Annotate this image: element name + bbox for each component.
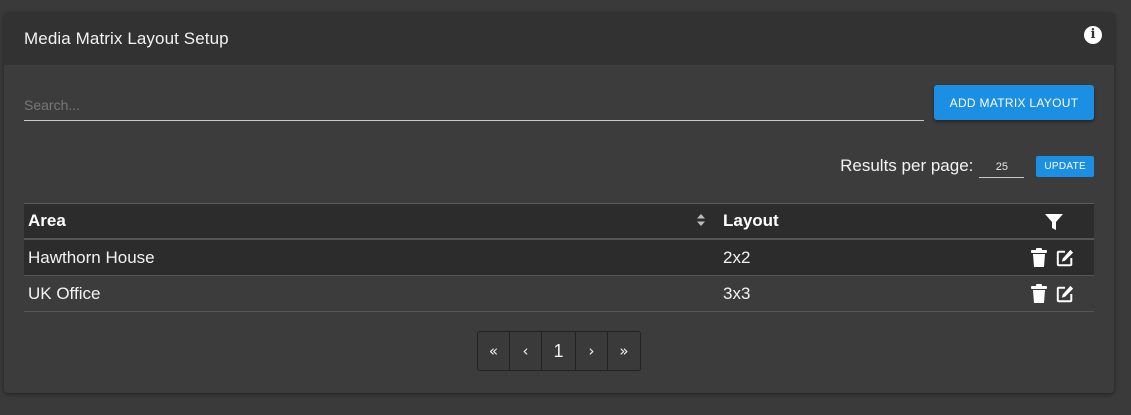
column-header-layout[interactable]: Layout: [723, 211, 779, 231]
previous-page-button[interactable]: ‹: [510, 332, 542, 370]
page-number-button[interactable]: 1: [542, 332, 576, 370]
layout-setup-panel: Media Matrix Layout Setup i ADD MATRIX L…: [4, 13, 1114, 393]
row-actions: [1030, 248, 1074, 268]
layout-cell: 2x2: [723, 247, 751, 267]
column-header-area[interactable]: Area: [28, 211, 66, 231]
row-actions: [1030, 284, 1074, 304]
edit-icon[interactable]: [1056, 248, 1074, 268]
trash-icon[interactable]: [1030, 284, 1048, 304]
sort-icon[interactable]: [696, 213, 706, 227]
panel-header: Media Matrix Layout Setup i: [4, 13, 1114, 65]
table-row: Hawthorn House 2x2: [24, 240, 1094, 276]
search-field: [24, 89, 924, 121]
area-cell: UK Office: [28, 283, 101, 303]
add-matrix-layout-button[interactable]: ADD MATRIX LAYOUT: [934, 85, 1094, 120]
edit-icon[interactable]: [1056, 284, 1074, 304]
last-page-button[interactable]: »: [608, 332, 640, 370]
layout-cell: 3x3: [723, 283, 751, 303]
first-page-button[interactable]: «: [478, 332, 510, 370]
trash-icon[interactable]: [1030, 248, 1048, 268]
next-page-button[interactable]: ›: [576, 332, 608, 370]
update-button[interactable]: UPDATE: [1036, 155, 1094, 177]
info-icon[interactable]: i: [1084, 26, 1102, 44]
layouts-table: Area Layout Hawthorn House 2x2 UK Office…: [24, 203, 1094, 312]
filter-icon[interactable]: [1044, 213, 1064, 231]
panel-body: ADD MATRIX LAYOUT Results per page: UPDA…: [4, 65, 1114, 393]
results-per-page: Results per page: UPDATE: [840, 153, 1094, 179]
results-per-page-label: Results per page:: [840, 156, 974, 175]
search-input[interactable]: [24, 89, 924, 120]
page-title: Media Matrix Layout Setup: [24, 29, 229, 48]
table-header: Area Layout: [24, 204, 1094, 240]
results-per-page-input[interactable]: [979, 154, 1025, 178]
area-cell: Hawthorn House: [28, 247, 155, 267]
pagination: « ‹ 1 › »: [477, 331, 641, 371]
table-row: UK Office 3x3: [24, 276, 1094, 312]
